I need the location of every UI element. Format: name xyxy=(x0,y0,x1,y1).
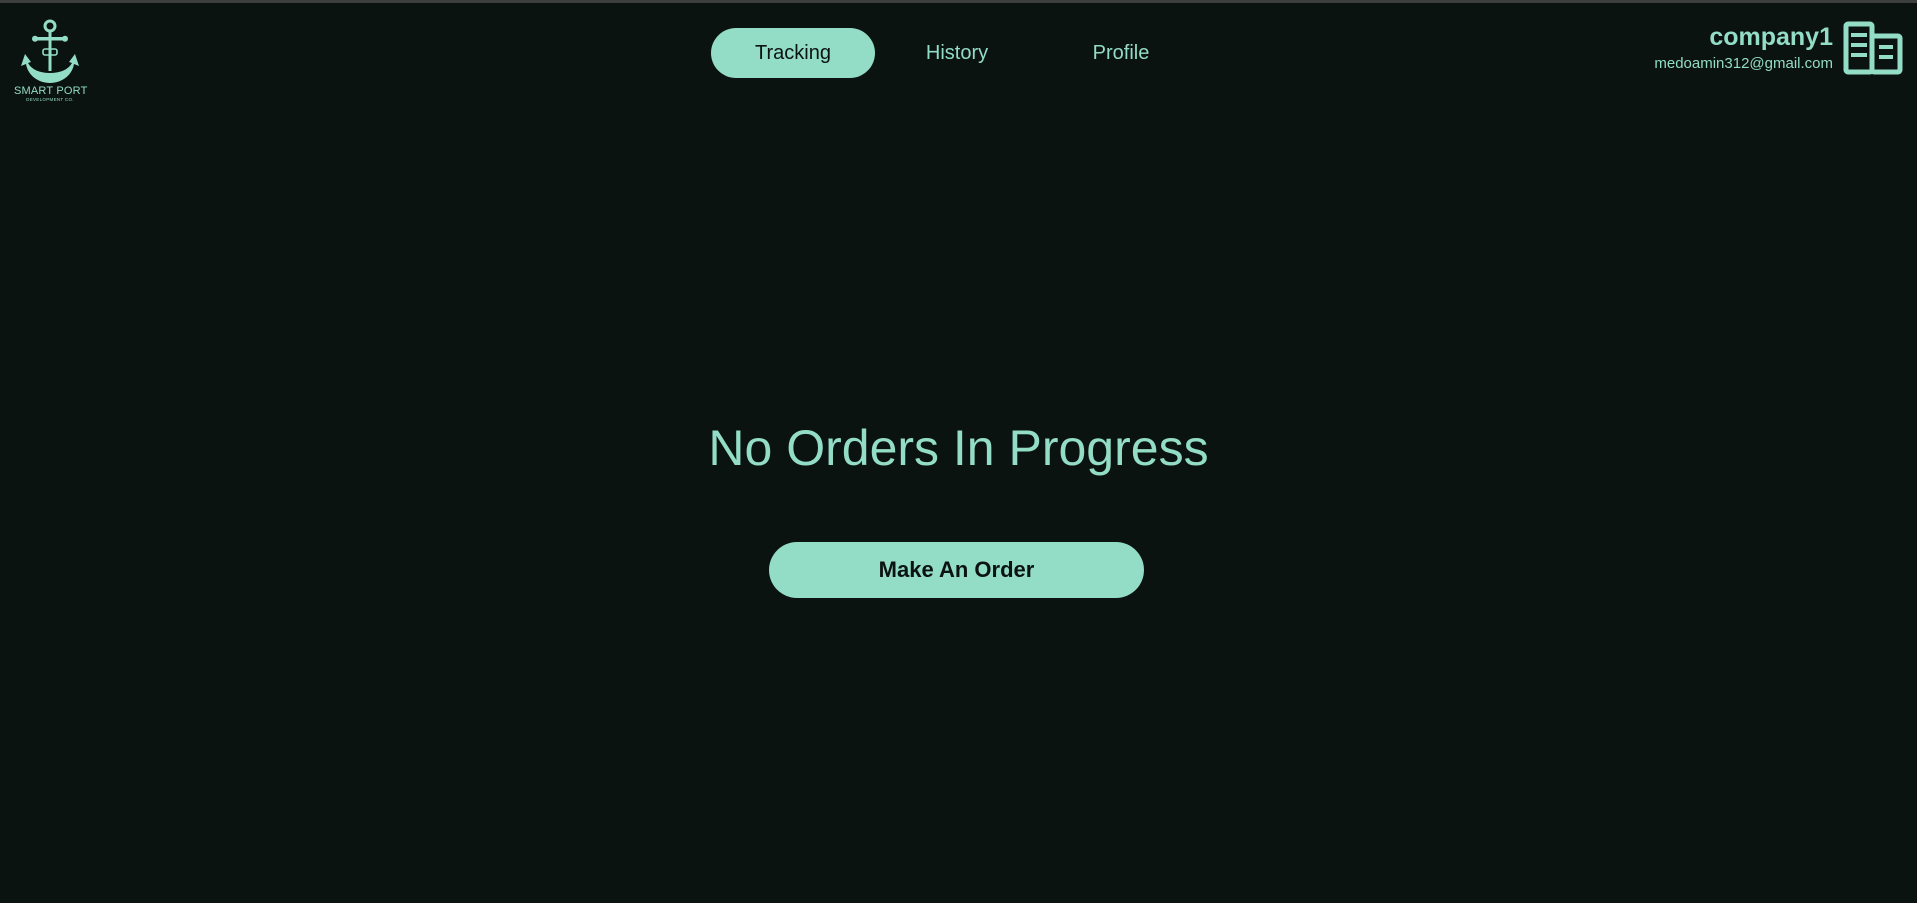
user-info[interactable]: company1 medoamin312@gmail.com xyxy=(1654,22,1833,74)
anchor-logo-icon xyxy=(21,19,79,83)
main-nav: Tracking History Profile xyxy=(711,28,1203,78)
user-name: company1 xyxy=(1709,23,1833,51)
empty-state-message: No Orders In Progress xyxy=(708,420,1209,476)
building-icon[interactable] xyxy=(1843,21,1903,75)
user-email: medoamin312@gmail.com xyxy=(1654,55,1833,72)
tab-tracking[interactable]: Tracking xyxy=(711,28,875,78)
app-root: SMART PORT DEVELOPMENT CO. Tracking Hist… xyxy=(0,0,1917,903)
tab-profile[interactable]: Profile xyxy=(1039,28,1203,78)
brand-subtitle: DEVELOPMENT CO. xyxy=(26,97,74,102)
brand-logo[interactable]: SMART PORT DEVELOPMENT CO. xyxy=(14,18,88,106)
make-order-button[interactable]: Make An Order xyxy=(769,542,1144,598)
tab-history[interactable]: History xyxy=(875,28,1039,78)
brand-name: SMART PORT xyxy=(14,85,88,97)
